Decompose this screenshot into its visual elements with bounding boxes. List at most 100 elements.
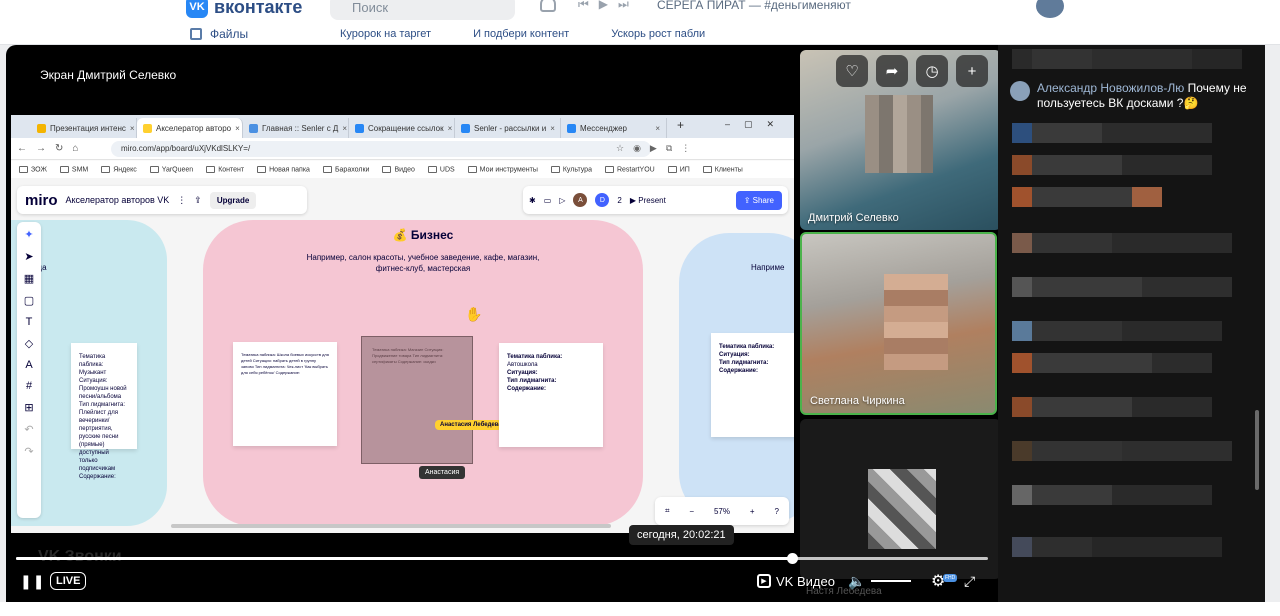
progress-fill bbox=[16, 557, 797, 560]
fullscreen-icon: ⤢ bbox=[964, 572, 976, 589]
chat-scrollbar[interactable] bbox=[1255, 410, 1259, 490]
bookmark-item[interactable]: Новая папка bbox=[257, 165, 310, 173]
bookmark-item[interactable]: Яндекс bbox=[101, 165, 137, 173]
templates-icon[interactable]: ▦ bbox=[24, 272, 34, 285]
bookmark-item[interactable]: ЗОЖ bbox=[19, 165, 47, 173]
clock-icon[interactable]: ◷ bbox=[916, 55, 948, 87]
heart-icon[interactable]: ♡ bbox=[836, 55, 868, 87]
fit-screen-icon[interactable]: ⌗ bbox=[665, 506, 670, 516]
reactions-icon[interactable]: ✱ bbox=[529, 196, 536, 205]
participant-video[interactable] bbox=[800, 419, 1001, 579]
horizontal-scrollbar[interactable] bbox=[171, 524, 611, 528]
collaborator-avatar[interactable]: A bbox=[573, 193, 588, 207]
new-tab-button[interactable]: + bbox=[667, 118, 694, 138]
browser-tab[interactable]: Сокращение ссылок × bbox=[349, 118, 455, 138]
window-controls[interactable]: –▢✕ bbox=[725, 119, 788, 130]
vk-video-icon: ▶ bbox=[757, 574, 771, 588]
pen-icon[interactable]: A bbox=[25, 359, 32, 371]
story-item[interactable]: Ускорь рост пабли bbox=[611, 28, 705, 40]
sticky-note[interactable]: Тематика паблика: Музыкант Ситуация: Про… bbox=[71, 343, 137, 480]
frame-icon[interactable]: # bbox=[26, 380, 32, 392]
close-icon[interactable]: × bbox=[655, 124, 660, 133]
bookmark-item[interactable]: Культура bbox=[550, 165, 592, 173]
miro-board-canvas[interactable]: нда 💰 Бизнес Например, салон красоты, уч… bbox=[11, 178, 794, 533]
shapes-icon[interactable]: ◇ bbox=[25, 337, 33, 350]
close-icon[interactable]: × bbox=[235, 124, 240, 133]
url-field[interactable]: miro.com/app/board/uXjVKdlSLKY=/ bbox=[111, 141, 651, 157]
progress-knob[interactable] bbox=[787, 553, 798, 564]
upgrade-button[interactable]: Upgrade bbox=[209, 191, 257, 209]
add-icon[interactable]: ⊞ bbox=[24, 401, 33, 414]
bookmark-item[interactable]: UDS bbox=[427, 165, 455, 173]
browser-tools[interactable]: ☆◉▶⧉⋮ bbox=[616, 143, 699, 154]
user-avatar[interactable]: D bbox=[595, 193, 610, 207]
address-bar: ←→↻⌂ miro.com/app/board/uXjVKdlSLKY=/ ☆◉… bbox=[11, 138, 794, 160]
close-icon[interactable]: × bbox=[448, 124, 453, 133]
story-item[interactable]: И подбери контент bbox=[473, 28, 569, 40]
share-export-icon[interactable]: ⇪ bbox=[194, 195, 202, 206]
zoom-level[interactable]: 57% bbox=[714, 507, 730, 516]
nav-buttons[interactable]: ←→↻⌂ bbox=[17, 143, 87, 154]
bookmark-item[interactable]: Клиенты bbox=[702, 165, 743, 173]
undo-icon[interactable]: ↶ bbox=[24, 423, 33, 436]
text-icon[interactable]: T bbox=[26, 316, 33, 328]
sticky-note[interactable]: Тематика паблика: Школа боевых искусств … bbox=[233, 342, 337, 446]
video-icon[interactable]: ▷ bbox=[559, 196, 565, 205]
live-badge[interactable]: LIVE bbox=[50, 572, 87, 590]
browser-tab[interactable]: Главная :: Senler с Д × bbox=[243, 118, 349, 138]
bookmark-item[interactable]: Видео bbox=[382, 165, 415, 173]
sticky-note[interactable]: Тематика паблика: Ситуация: Тип лидмагни… bbox=[711, 333, 794, 437]
bookmark-item[interactable]: Мои инструменты bbox=[467, 165, 538, 173]
close-icon[interactable]: × bbox=[130, 124, 135, 133]
sidebar-item-files[interactable]: Файлы bbox=[190, 27, 248, 41]
zoom-in-button[interactable]: + bbox=[750, 507, 755, 516]
shared-screen: Презентация интенс × Акселератор авторо × … bbox=[11, 115, 794, 533]
tab-favicon-icon bbox=[355, 123, 364, 133]
avatar[interactable] bbox=[1010, 81, 1030, 101]
bookmark-item[interactable]: Контент bbox=[206, 165, 244, 173]
sticky-note-selected[interactable]: Тематика паблика: Магазин Ситуация: Прод… bbox=[361, 336, 473, 464]
comment-icon[interactable]: ▭ bbox=[544, 196, 552, 205]
zoom-out-button[interactable]: − bbox=[689, 507, 694, 516]
bookmark-item[interactable]: ИП bbox=[667, 165, 690, 173]
now-playing[interactable]: СЕРЕГА ПИРАТ — #деньгименяют bbox=[657, 0, 851, 12]
avatar[interactable] bbox=[1036, 0, 1064, 18]
bookmark-item[interactable]: Барахолки bbox=[322, 165, 369, 173]
search-input[interactable]: Поиск bbox=[330, 0, 515, 20]
message-author[interactable]: Александр Новожилов-Лю bbox=[1037, 81, 1184, 95]
bell-icon[interactable] bbox=[540, 0, 556, 12]
share-icon[interactable]: ➦ bbox=[876, 55, 908, 87]
close-icon[interactable]: × bbox=[550, 124, 555, 133]
vk-logo[interactable]: VK вконтакте bbox=[186, 0, 302, 18]
add-icon[interactable]: + bbox=[956, 55, 988, 87]
sticky-note-icon[interactable]: ▢ bbox=[24, 294, 34, 307]
audio-controls[interactable]: ⏮▶⏭ bbox=[578, 0, 639, 12]
collaborator-count[interactable]: 2 bbox=[617, 196, 621, 205]
browser-tab-active[interactable]: Акселератор авторо × bbox=[137, 118, 243, 138]
blurred-face bbox=[884, 274, 948, 370]
progress-bar[interactable] bbox=[16, 557, 988, 560]
browser-tab[interactable]: Senler - рассылки и × bbox=[455, 118, 561, 138]
sticky-note[interactable]: Тематика паблика: Автошкола Ситуация: Ти… bbox=[499, 343, 603, 447]
fullscreen-button[interactable]: ⤢ bbox=[964, 569, 975, 593]
participant-name: Дмитрий Селевко bbox=[808, 212, 899, 224]
pause-button[interactable]: ❚❚ bbox=[20, 569, 45, 593]
menu-dots-icon[interactable]: ⋮ bbox=[177, 195, 186, 206]
volume-slider[interactable] bbox=[871, 580, 912, 582]
story-item[interactable]: Куророк на таргет bbox=[340, 28, 431, 40]
board-name[interactable]: Акселератор авторов VK bbox=[66, 195, 170, 205]
redo-icon[interactable]: ↷ bbox=[24, 445, 33, 458]
browser-tab[interactable]: Мессенджер × bbox=[561, 118, 667, 138]
participant-video-active[interactable]: Светлана Чиркина bbox=[800, 232, 997, 415]
present-button[interactable]: ▶ Present bbox=[630, 196, 666, 205]
ai-sparkle-icon[interactable]: ✦ bbox=[24, 228, 33, 241]
miro-logo[interactable]: miro bbox=[25, 192, 58, 209]
select-cursor-icon[interactable]: ➤ bbox=[24, 250, 33, 263]
browser-tab[interactable]: Презентация интенс × bbox=[31, 118, 137, 138]
close-icon[interactable]: × bbox=[342, 124, 347, 133]
bookmark-item[interactable]: SMM bbox=[59, 165, 88, 173]
bookmark-item[interactable]: YarQueen bbox=[149, 165, 193, 173]
help-icon[interactable]: ? bbox=[775, 507, 779, 516]
bookmark-item[interactable]: RestartYOU bbox=[604, 165, 655, 173]
share-button[interactable]: ⇪ Share bbox=[735, 190, 782, 210]
